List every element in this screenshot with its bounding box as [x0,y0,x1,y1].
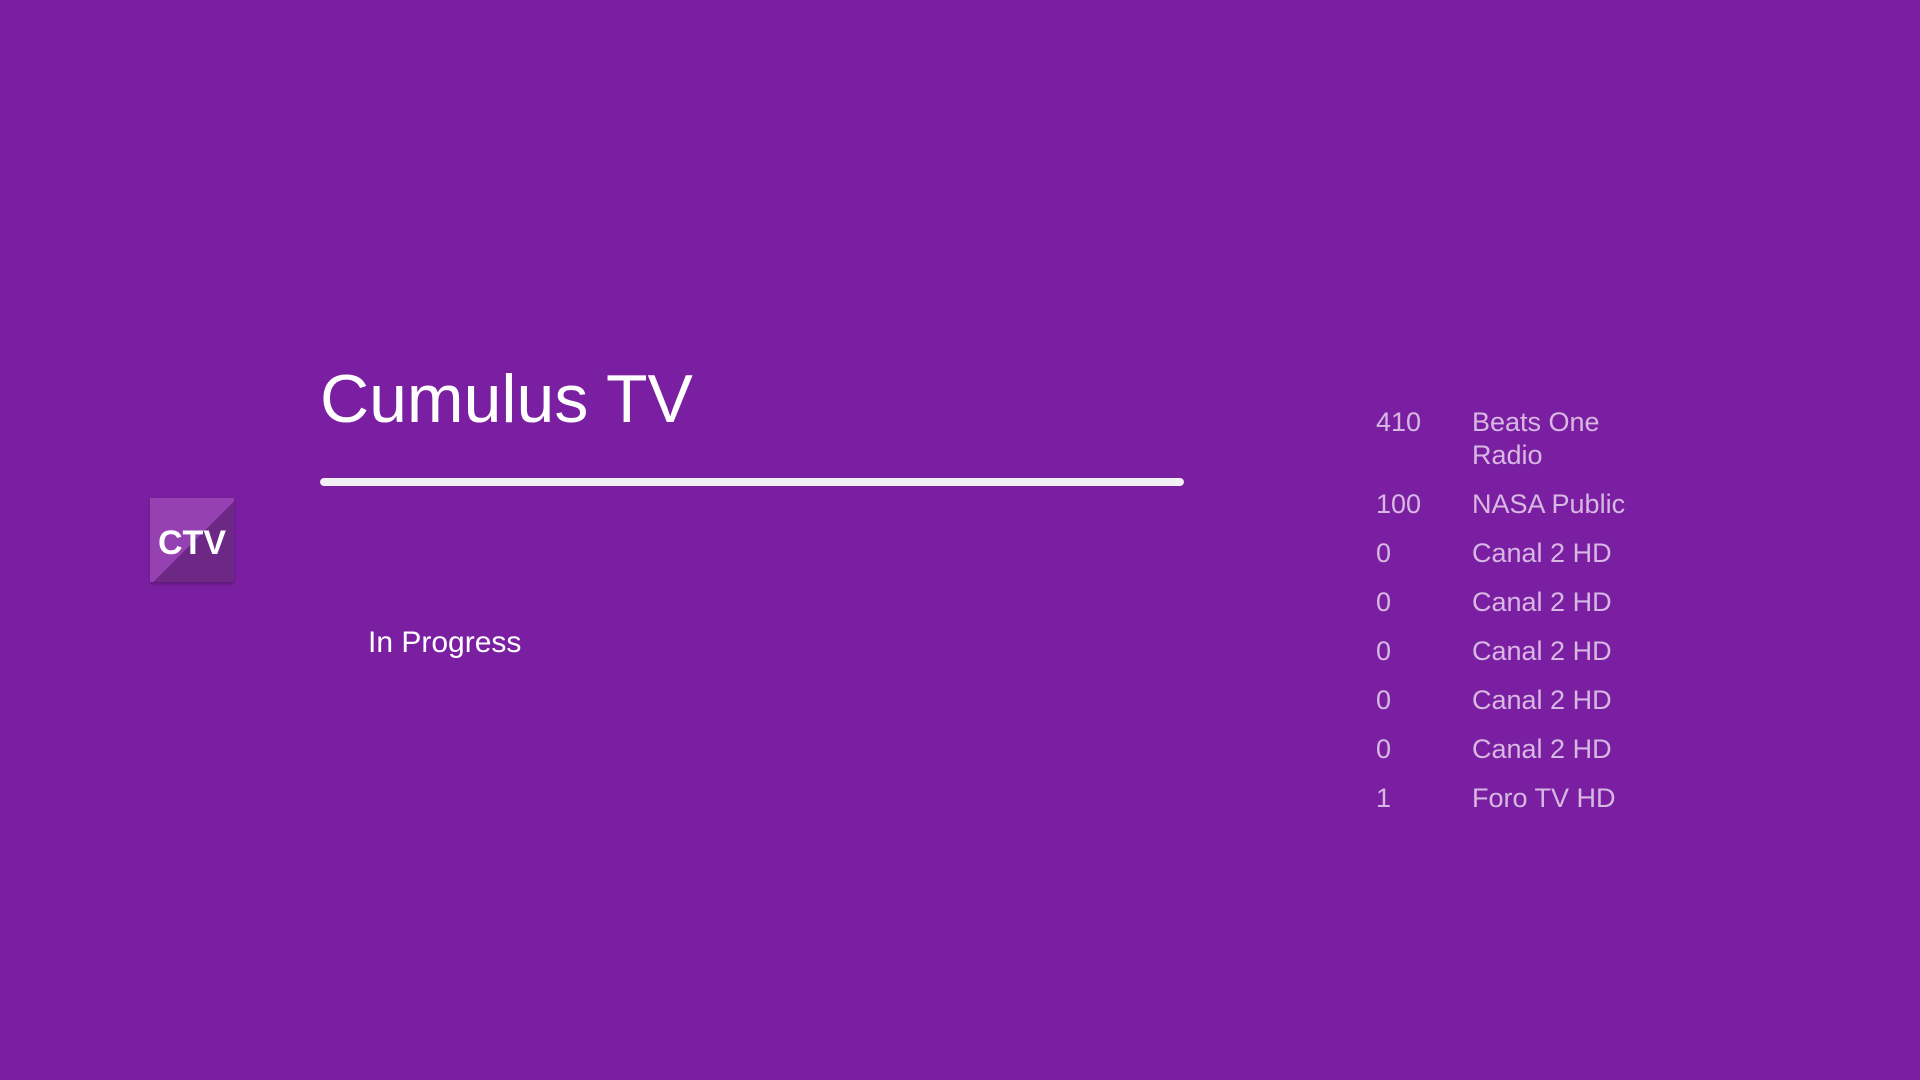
progress-bar-fill [320,478,1184,486]
channel-name: Canal 2 HD [1472,538,1612,568]
channel-row: 0 Canal 2 HD [1376,635,1676,668]
app-logo-icon: CTV [150,498,234,582]
channel-name: Beats One Radio [1472,407,1600,470]
page-title: Cumulus TV [320,361,693,437]
channel-name: NASA Public [1472,489,1626,519]
channel-row: 0 Canal 2 HD [1376,537,1676,570]
channel-number: 0 [1376,734,1392,764]
logo-text: CTV [158,524,226,562]
channel-row: 1 Foro TV HD [1376,782,1676,815]
channel-name: Foro TV HD [1472,783,1616,813]
channel-number: 0 [1376,685,1392,715]
channel-name: Canal 2 HD [1472,685,1612,715]
channel-row: 0 Canal 2 HD [1376,586,1676,619]
channel-name: Canal 2 HD [1472,636,1612,666]
channel-row: 0 Canal 2 HD [1376,684,1676,717]
channel-number: 100 [1376,489,1422,519]
channel-row: 410 Beats One Radio [1376,406,1676,472]
channel-name: Canal 2 HD [1472,587,1612,617]
channel-number: 1 [1376,783,1392,813]
channel-name: Canal 2 HD [1472,734,1612,764]
channel-row: 0 Canal 2 HD [1376,733,1676,766]
channel-number: 0 [1376,636,1392,666]
progress-bar [320,478,1184,486]
channel-number: 0 [1376,538,1392,568]
channel-number: 0 [1376,587,1392,617]
status-text: In Progress [368,626,522,659]
channel-list: 410 Beats One Radio 100 NASA Public 0 Ca… [1376,406,1676,831]
channel-row: 100 NASA Public [1376,488,1676,521]
channel-number: 410 [1376,407,1422,437]
